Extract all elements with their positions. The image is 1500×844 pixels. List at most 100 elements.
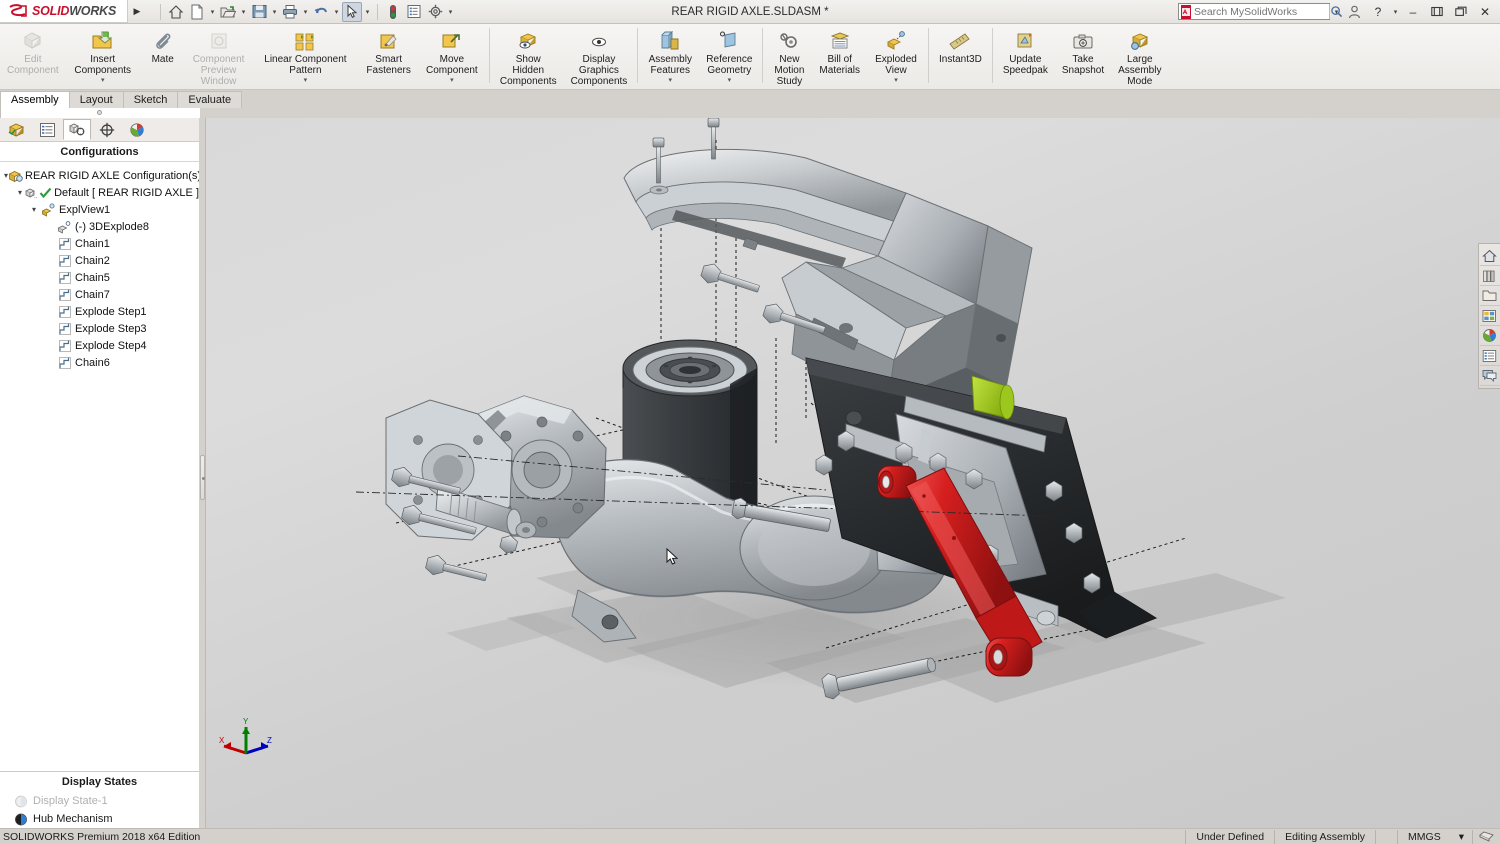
chevron-down-icon[interactable]: ▾ <box>101 77 105 85</box>
print-caret-icon[interactable]: ▾ <box>301 8 310 16</box>
chevron-down-icon[interactable]: ▾ <box>304 77 308 85</box>
new-document-caret-icon[interactable]: ▾ <box>208 8 217 16</box>
tree-item-chain5[interactable]: Chain5 <box>4 269 199 286</box>
display-manager-tab[interactable] <box>123 119 151 140</box>
display-state-label: Hub Mechanism <box>33 813 112 825</box>
open-document-caret-icon[interactable]: ▾ <box>239 8 248 16</box>
task-pane-home[interactable] <box>1480 246 1500 266</box>
help-button[interactable]: ? <box>1367 2 1389 22</box>
print-button[interactable] <box>280 2 300 22</box>
ribbon-new-motion-study[interactable]: New Motion Study <box>766 24 812 90</box>
ribbon-component-preview-window[interactable]: Component Preview Window <box>186 24 252 90</box>
file-properties-button[interactable] <box>404 2 424 22</box>
task-pane-custom-properties[interactable] <box>1480 346 1500 366</box>
task-pane-design-library[interactable] <box>1480 266 1500 286</box>
tab-assembly[interactable]: Assembly <box>0 91 70 108</box>
open-document-button[interactable] <box>218 2 238 22</box>
ribbon-edit-component[interactable]: Edit Component <box>0 24 66 90</box>
ribbon-display-graphics-components[interactable]: Display Graphics Components <box>564 24 635 90</box>
tree-item-label: Default [ REAR RIGID AXLE ] <box>52 187 199 199</box>
menu-expand-arrow[interactable]: ▶ <box>128 6 146 17</box>
graphics-area[interactable]: ▾ ▾ ▾ ▾ ▾ <box>206 118 1500 828</box>
ribbon-linear-component-pattern[interactable]: Linear Component Pattern ▾ <box>251 24 359 90</box>
save-button[interactable] <box>249 2 269 22</box>
assembly-features-icon <box>659 28 681 52</box>
undo-caret-icon[interactable]: ▾ <box>332 8 341 16</box>
rebuild-button[interactable] <box>383 2 403 22</box>
new-document-button[interactable] <box>187 2 207 22</box>
camera-icon <box>1072 28 1094 52</box>
tab-layout-label: Layout <box>80 94 113 106</box>
ribbon-smart-fasteners[interactable]: Smart Fasteners <box>359 24 417 90</box>
ribbon-exploded-view[interactable]: Exploded View ▾ <box>867 24 925 90</box>
ribbon-instant3d[interactable]: Instant3D <box>932 24 989 90</box>
ribbon-show-hidden-components[interactable]: Show Hidden Components <box>493 24 564 90</box>
explode-chain-icon <box>56 356 73 370</box>
chevron-down-icon[interactable]: ▾ <box>669 77 673 85</box>
status-units-caret-icon[interactable]: ▾ <box>1451 830 1472 844</box>
task-pane-view-palette[interactable] <box>1480 306 1500 326</box>
ribbon-insert-components[interactable]: Insert Components ▾ <box>66 24 140 90</box>
configuration-manager-tab[interactable] <box>63 119 91 140</box>
display-state-item-2[interactable]: Hub Mechanism <box>0 810 199 828</box>
rear-rigid-axle-exploded-assembly[interactable] <box>206 118 1500 828</box>
feature-manager-tree-tab[interactable] <box>3 119 31 140</box>
options-caret-icon[interactable]: ▾ <box>446 8 455 16</box>
search-input[interactable] <box>1194 6 1329 18</box>
chevron-down-icon[interactable]: ▾ <box>450 77 454 85</box>
options-gear-button[interactable] <box>425 2 445 22</box>
ribbon-bill-of-materials[interactable]: Bill of Materials <box>812 24 867 90</box>
ribbon-assembly-features[interactable]: Assembly Features ▾ <box>641 24 699 90</box>
dimxpert-manager-tab[interactable] <box>93 119 121 140</box>
restore-button[interactable] <box>1426 2 1448 22</box>
ribbon-large-assembly-mode[interactable]: Large Assembly Mode <box>1111 24 1168 90</box>
ribbon-reference-geometry[interactable]: Reference Geometry ▾ <box>699 24 759 90</box>
expander-icon[interactable]: ▾ <box>28 205 40 214</box>
ribbon-mate[interactable]: Mate <box>140 24 186 90</box>
panel-splitter[interactable] <box>199 118 206 828</box>
select-caret-icon[interactable]: ▾ <box>363 8 372 16</box>
ribbon-move-component[interactable]: Move Component ▾ <box>418 24 486 90</box>
task-pane-appearances[interactable] <box>1480 326 1500 346</box>
tree-item-explode-step3[interactable]: Explode Step3 <box>4 320 199 337</box>
ribbon-take-snapshot[interactable]: Take Snapshot <box>1055 24 1111 90</box>
chevron-down-icon[interactable]: ▾ <box>894 77 898 85</box>
status-overlay-icon[interactable] <box>1472 830 1500 844</box>
splitter-grip[interactable] <box>200 455 205 500</box>
tree-item-3dexplode8[interactable]: (-) 3DExplode8 <box>4 218 199 235</box>
display-state-item-1[interactable]: Display State-1 <box>0 792 199 810</box>
tree-item-explode-step4[interactable]: Explode Step4 <box>4 337 199 354</box>
help-caret-icon[interactable]: ▾ <box>1391 8 1400 16</box>
save-caret-icon[interactable]: ▾ <box>270 8 279 16</box>
task-pane-file-explorer[interactable] <box>1480 286 1500 306</box>
search-caret-icon[interactable]: ▾ <box>1332 8 1341 16</box>
status-units[interactable]: MMGS <box>1397 830 1451 844</box>
user-account-icon[interactable] <box>1343 2 1365 22</box>
minimize-button[interactable]: – <box>1402 2 1424 22</box>
expander-icon[interactable]: ▾ <box>16 188 24 197</box>
tree-item-chain7[interactable]: Chain7 <box>4 286 199 303</box>
tree-item-root[interactable]: ▾ REAR RIGID AXLE Configuration(s) <box>4 167 199 184</box>
search-container[interactable] <box>1178 3 1330 20</box>
tree-item-chain6[interactable]: Chain6 <box>4 354 199 371</box>
pin-toggle-icon[interactable] <box>97 110 102 115</box>
tab-sketch[interactable]: Sketch <box>123 91 179 108</box>
tree-item-chain1[interactable]: Chain1 <box>4 235 199 252</box>
maximize-button[interactable] <box>1450 2 1472 22</box>
chevron-down-icon[interactable]: ▾ <box>728 77 732 85</box>
home-button[interactable] <box>166 2 186 22</box>
tree-item-explode-step1[interactable]: Explode Step1 <box>4 303 199 320</box>
ribbon-update-speedpak[interactable]: Update Speedpak <box>996 24 1055 90</box>
tree-item-label: Explode Step1 <box>73 306 147 318</box>
tab-layout[interactable]: Layout <box>69 91 124 108</box>
close-button[interactable]: ✕ <box>1474 2 1496 22</box>
tree-item-default-config[interactable]: ▾ .. Default [ REAR RIGID AXLE ] <box>4 184 199 201</box>
undo-button[interactable] <box>311 2 331 22</box>
tree-item-explview1[interactable]: ▾ ExplView1 <box>4 201 199 218</box>
tree-item-chain2[interactable]: Chain2 <box>4 252 199 269</box>
tab-evaluate[interactable]: Evaluate <box>177 91 242 108</box>
task-pane-solidworks-forum[interactable] <box>1480 366 1500 386</box>
select-button[interactable] <box>342 2 362 22</box>
configurations-header-label: Configurations <box>60 146 138 158</box>
property-manager-tab[interactable] <box>33 119 61 140</box>
